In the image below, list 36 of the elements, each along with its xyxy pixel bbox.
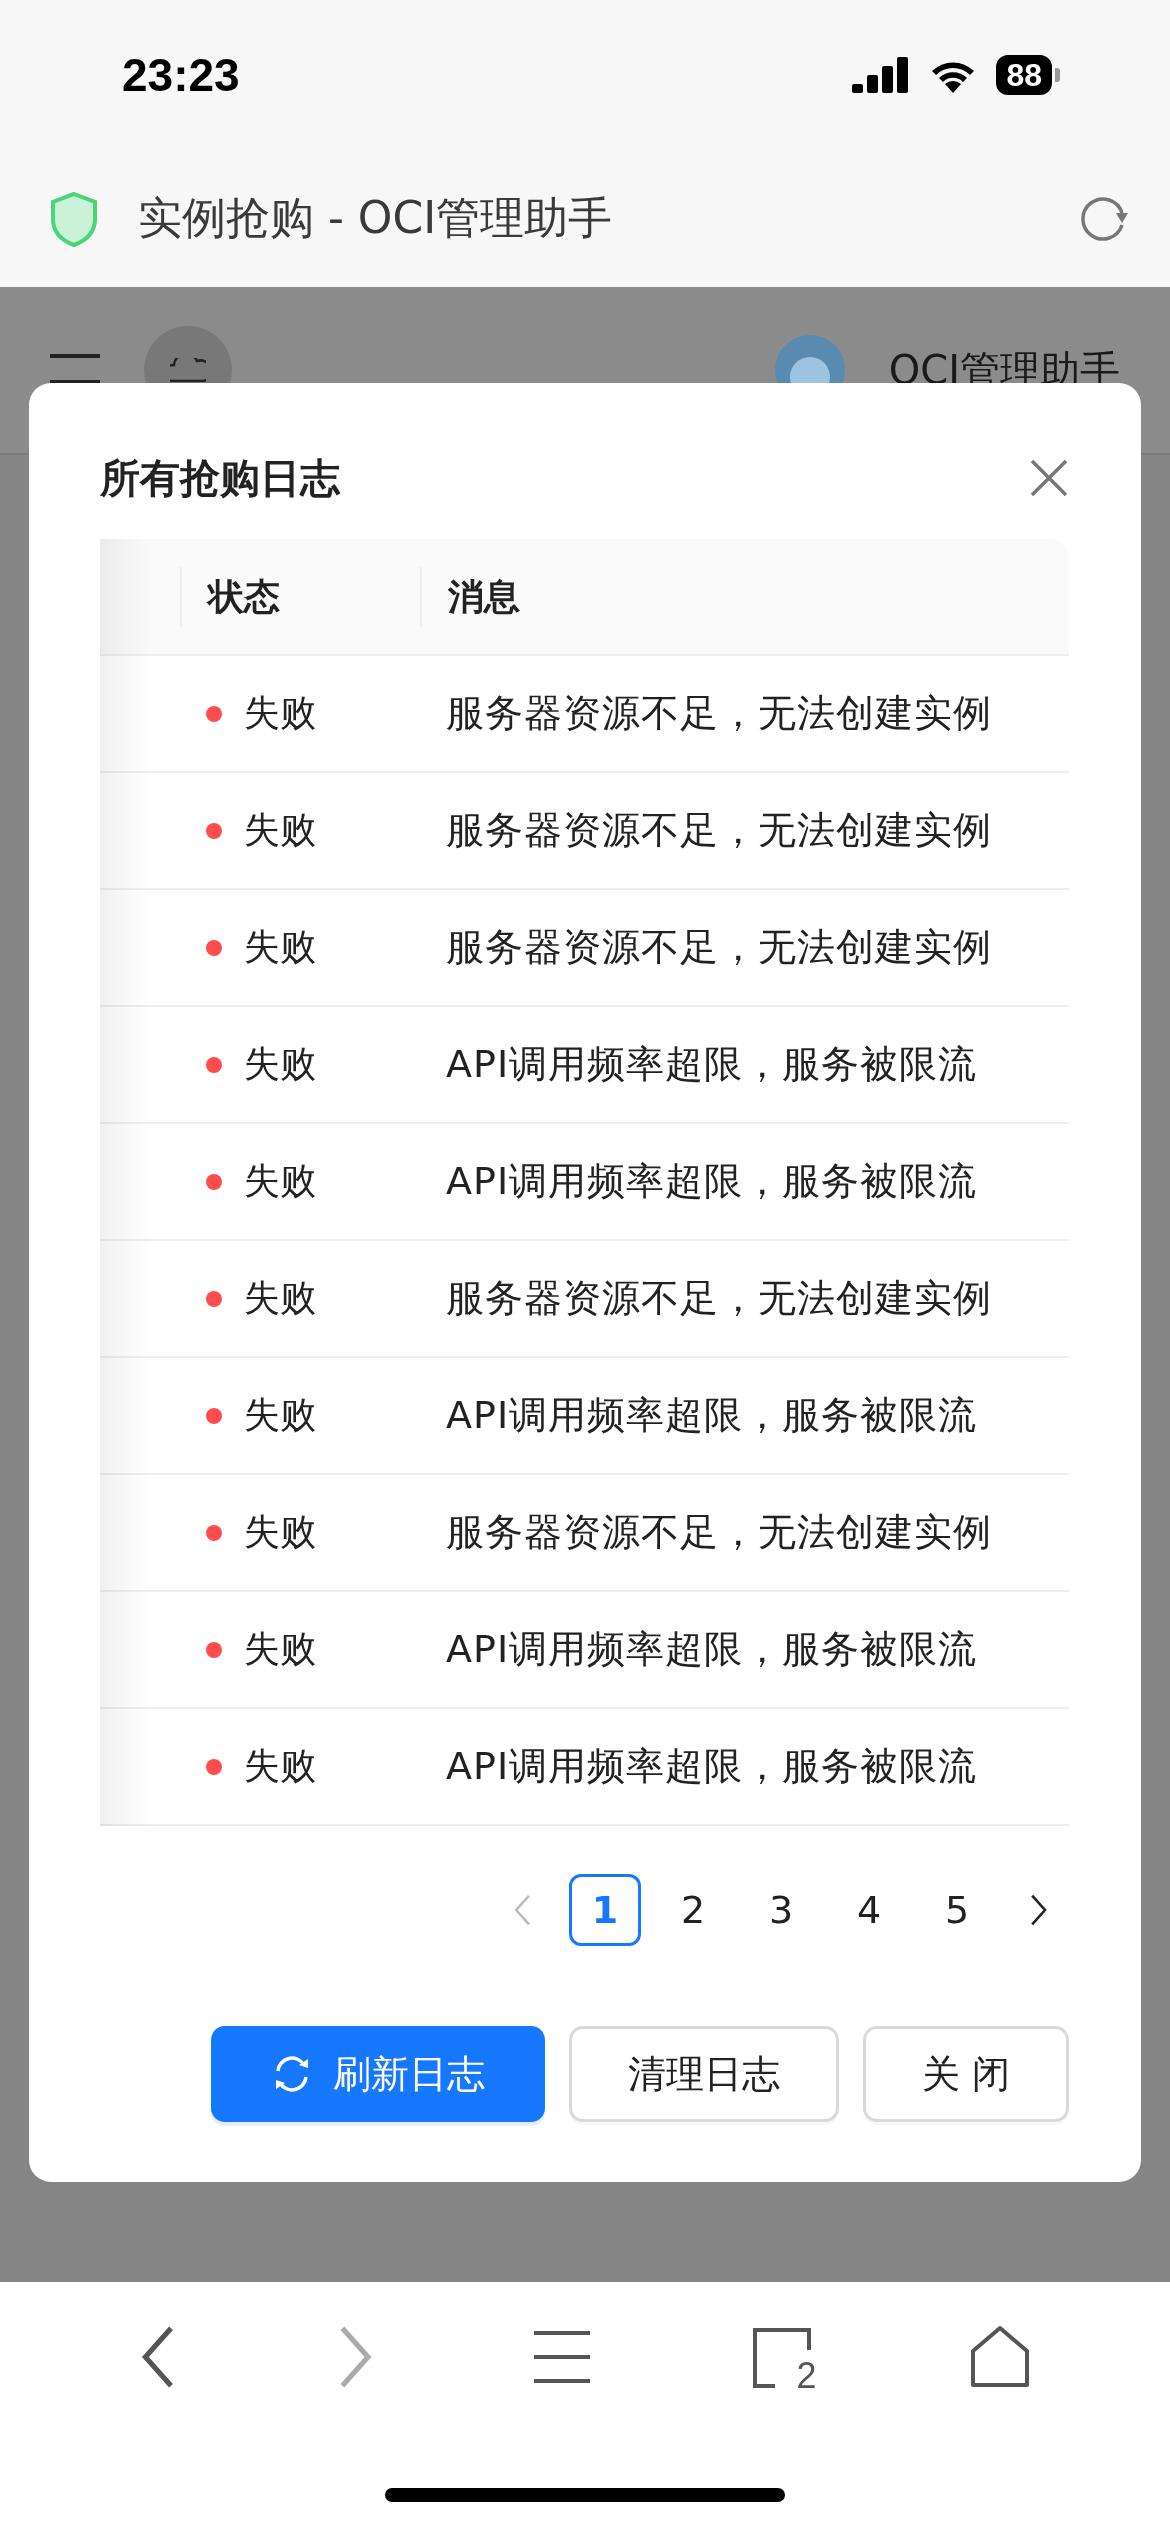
status-text: 失败 <box>244 1042 316 1086</box>
chevron-left-icon <box>513 1894 533 1926</box>
shield-icon <box>50 190 98 247</box>
status-text: 失败 <box>244 925 316 969</box>
message-text: 服务器资源不足，无法创建实例 <box>445 807 993 854</box>
status-text: 失败 <box>244 1393 316 1437</box>
column-header: 消息 <box>420 566 1069 627</box>
status-text: 失败 <box>244 1159 316 1203</box>
status-text: 失败 <box>244 1744 316 1788</box>
dialog-button[interactable]: 关 闭 <box>862 2026 1069 2122</box>
status-text: 失败 <box>244 1627 316 1671</box>
close-icon[interactable] <box>1029 458 1069 498</box>
message-text: API调用频率超限，服务被限流 <box>445 1158 979 1205</box>
status-text: 失败 <box>244 1510 316 1554</box>
column-header: 状态 <box>180 566 420 627</box>
status-text: 失败 <box>244 1276 316 1320</box>
message-text: 服务器资源不足，无法创建实例 <box>445 1275 993 1322</box>
status-text: 失败 <box>244 691 316 735</box>
page-button[interactable]: 1 <box>569 1874 641 1946</box>
message-text: API调用频率超限，服务被限流 <box>445 1392 979 1439</box>
message-text: API调用频率超限，服务被限流 <box>445 1041 979 1088</box>
chevron-right-icon <box>1029 1894 1049 1926</box>
message-text: 服务器资源不足，无法创建实例 <box>445 924 993 971</box>
status-text: 失败 <box>244 808 316 852</box>
dialog-title: 所有抢购日志 <box>100 453 340 503</box>
menu-button[interactable] <box>532 2329 593 2385</box>
page-title: 实例抢购 - OCI管理助手 <box>138 191 614 245</box>
message-text: API调用频率超限，服务被限流 <box>445 1626 979 1673</box>
signal-icon <box>852 57 911 93</box>
dialog-button[interactable]: 清理日志 <box>568 2026 839 2122</box>
message-text: 服务器资源不足，无法创建实例 <box>445 690 993 737</box>
home-button[interactable] <box>968 2325 1031 2389</box>
message-text: 服务器资源不足，无法创建实例 <box>445 1509 993 1556</box>
message-text: API调用频率超限，服务被限流 <box>445 1743 979 1790</box>
refresh-logs-button[interactable]: 刷新日志 <box>210 2026 545 2122</box>
status-time: 23:23 <box>122 48 240 102</box>
